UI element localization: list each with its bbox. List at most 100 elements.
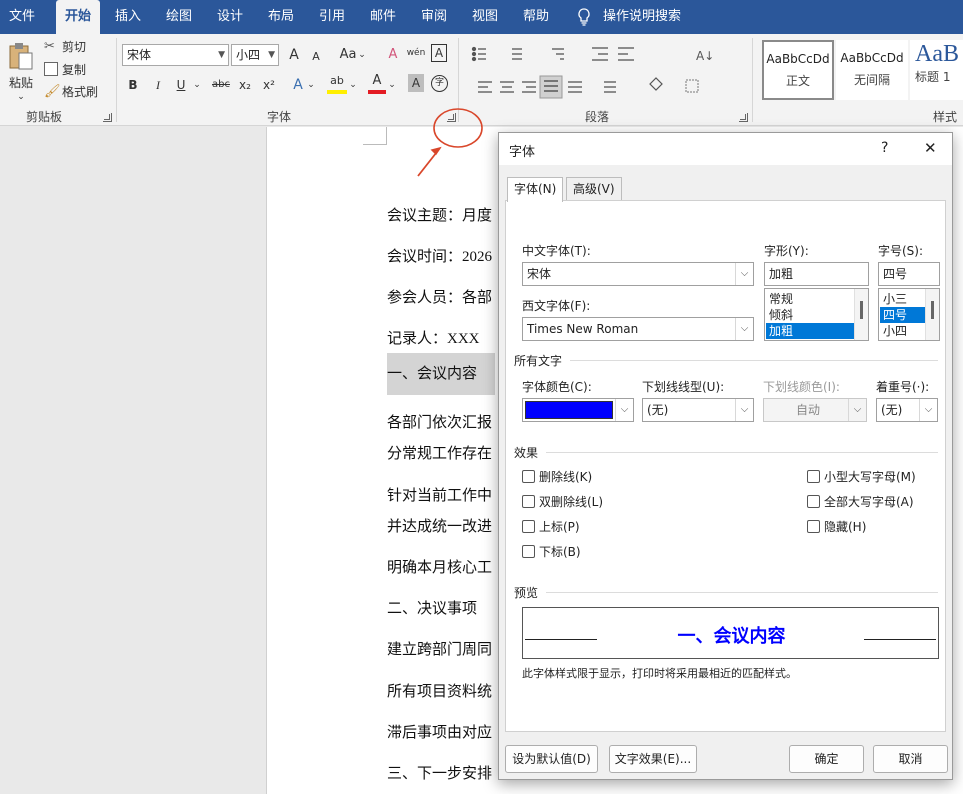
tab-design[interactable]: 设计	[208, 0, 252, 34]
size-value: 四号	[883, 267, 908, 281]
underline-color-select[interactable]: 自动 ⌵	[763, 398, 867, 422]
superscript-button[interactable]: x²	[260, 74, 278, 96]
tab-home[interactable]: 开始	[56, 0, 100, 34]
copy-button[interactable]: 复制	[62, 59, 86, 81]
cancel-button[interactable]: 取消	[873, 745, 948, 773]
chevron-down-icon[interactable]: ⌄	[387, 74, 397, 96]
doc-line[interactable]: 建立跨部门周同	[387, 638, 492, 659]
doc-line[interactable]: 明确本月核心工	[387, 556, 492, 577]
style-heading1[interactable]: AaB 标题 1	[910, 40, 963, 100]
doc-line[interactable]: 各部门依次汇报	[387, 411, 492, 432]
superscript-checkbox[interactable]: 上标(P)	[522, 520, 580, 534]
copy-icon[interactable]	[44, 62, 58, 76]
chevron-down-icon[interactable]: ⌄	[348, 74, 358, 96]
shrink-font-icon[interactable]: A	[309, 46, 323, 68]
tab-file[interactable]: 文件	[0, 0, 44, 34]
double-strike-checkbox[interactable]: 双删除线(L)	[522, 495, 603, 509]
underline-button[interactable]: U	[174, 74, 188, 96]
doc-line-selected[interactable]: 一、会议内容	[387, 353, 495, 395]
doc-line[interactable]: 所有项目资料统	[387, 680, 492, 701]
strikethrough-checkbox[interactable]: 删除线(K)	[522, 470, 592, 484]
char-shading-icon[interactable]: A	[408, 74, 424, 92]
close-icon[interactable]: ✕	[924, 139, 937, 157]
chevron-down-icon[interactable]: ⌄	[357, 44, 367, 66]
tab-draw[interactable]: 绘图	[157, 0, 201, 34]
doc-line[interactable]: 三、下一步安排	[387, 762, 492, 783]
tab-layout[interactable]: 布局	[259, 0, 303, 34]
tab-help[interactable]: 帮助	[514, 0, 558, 34]
style-option[interactable]: 倾斜	[766, 307, 854, 323]
paste-dropdown-icon[interactable]: ⌄	[13, 86, 29, 108]
bold-button[interactable]: B	[126, 74, 140, 96]
font-size-select[interactable]: 小四 ▼	[231, 44, 279, 66]
font-color-select[interactable]: ⌵	[522, 398, 634, 422]
strikethrough-button[interactable]: abc	[210, 74, 232, 96]
subscript-button[interactable]: x₂	[236, 74, 254, 96]
size-option-selected[interactable]: 四号	[880, 307, 925, 323]
scrollbar[interactable]	[925, 289, 939, 340]
hidden-checkbox[interactable]: 隐藏(H)	[807, 520, 866, 534]
grow-font-icon[interactable]: A	[286, 44, 302, 66]
text-effects-button[interactable]: 文字效果(E)...	[609, 745, 697, 773]
doc-line[interactable]: 分常规工作存在	[387, 442, 492, 463]
phonetic-guide-icon[interactable]: wén	[405, 42, 427, 64]
style-option[interactable]: 常规	[766, 291, 854, 307]
scrollbar[interactable]	[854, 289, 868, 340]
paragraph-group-label: 段落	[585, 110, 610, 124]
enclose-char-icon[interactable]: 字	[431, 75, 448, 92]
tab-advanced[interactable]: 高级(V)	[566, 177, 622, 201]
font-color-icon[interactable]: A	[368, 72, 386, 94]
size-option[interactable]: 小四	[880, 323, 925, 339]
clipboard-launcher-icon[interactable]	[103, 113, 112, 122]
doc-line[interactable]: 滞后事项由对应	[387, 721, 492, 742]
help-button[interactable]: ?	[881, 140, 888, 156]
cn-font-select[interactable]: 宋体 ⌵	[522, 262, 754, 286]
format-painter-button[interactable]: 格式刷	[62, 81, 98, 103]
size-option[interactable]: 小三	[880, 291, 925, 307]
font-dialog-launcher-icon[interactable]	[447, 113, 456, 122]
tab-font[interactable]: 字体(N)	[507, 177, 564, 202]
doc-line[interactable]: 记录人：XXX	[387, 327, 480, 348]
text-effects-icon[interactable]: A	[290, 74, 306, 96]
style-list[interactable]: 常规 倾斜 加粗	[764, 288, 869, 341]
font-family-select[interactable]: 宋体 ▼	[122, 44, 229, 66]
change-case-icon[interactable]: Aa	[338, 44, 358, 66]
chevron-down-icon[interactable]: ⌄	[192, 74, 202, 96]
tab-view[interactable]: 视图	[463, 0, 507, 34]
char-border-icon[interactable]: A	[431, 44, 447, 62]
scissors-icon[interactable]: ✂	[44, 39, 60, 55]
paragraph-launcher-icon[interactable]	[739, 113, 748, 122]
emphasis-select[interactable]: (无) ⌵	[876, 398, 938, 422]
tab-review[interactable]: 审阅	[412, 0, 456, 34]
small-caps-checkbox[interactable]: 小型大写字母(M)	[807, 470, 916, 484]
west-font-select[interactable]: Times New Roman ⌵	[522, 317, 754, 341]
cut-button[interactable]: 剪切	[62, 36, 86, 58]
tab-references[interactable]: 引用	[310, 0, 354, 34]
style-normal[interactable]: AaBbCcDd 正文	[762, 40, 834, 100]
format-painter-icon[interactable]: 🖌	[44, 84, 61, 99]
doc-line[interactable]: 会议时间：2026	[387, 245, 492, 266]
subscript-checkbox[interactable]: 下标(B)	[522, 545, 581, 559]
size-input[interactable]: 四号	[878, 262, 940, 286]
clear-format-icon[interactable]: A	[384, 44, 402, 66]
size-list[interactable]: 小三 四号 小四	[878, 288, 940, 341]
underline-type-select[interactable]: (无) ⌵	[642, 398, 754, 422]
ok-button[interactable]: 确定	[789, 745, 864, 773]
doc-line[interactable]: 针对当前工作中	[387, 484, 492, 505]
paste-icon[interactable]	[8, 40, 34, 72]
doc-line[interactable]: 会议主题：月度	[387, 204, 492, 225]
style-input[interactable]: 加粗	[764, 262, 869, 286]
all-caps-checkbox[interactable]: 全部大写字母(A)	[807, 495, 914, 509]
italic-button[interactable]: I	[151, 74, 165, 96]
highlight-icon[interactable]: ab	[327, 72, 347, 94]
doc-line[interactable]: 二、决议事项	[387, 597, 477, 618]
tab-insert[interactable]: 插入	[106, 0, 150, 34]
search-tell-me[interactable]: 操作说明搜索	[603, 0, 681, 34]
doc-line[interactable]: 参会人员：各部	[387, 286, 492, 307]
style-no-spacing[interactable]: AaBbCcDd 无间隔	[836, 40, 908, 100]
style-option-selected[interactable]: 加粗	[766, 323, 854, 339]
doc-line[interactable]: 并达成统一改进	[387, 515, 492, 536]
tab-mailings[interactable]: 邮件	[361, 0, 405, 34]
chevron-down-icon[interactable]: ⌄	[306, 74, 316, 96]
set-default-button[interactable]: 设为默认值(D)	[505, 745, 598, 773]
